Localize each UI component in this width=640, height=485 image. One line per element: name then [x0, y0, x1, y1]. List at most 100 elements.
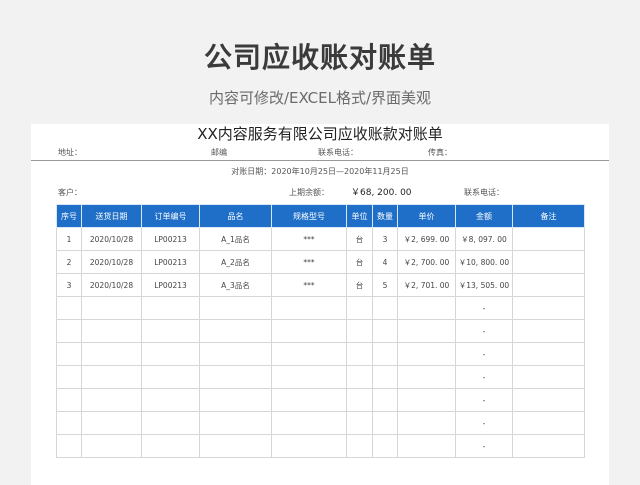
col-spec-cell[interactable]: [271, 365, 347, 389]
col-index-cell[interactable]: 2: [56, 250, 82, 274]
col-delivery-date-cell[interactable]: 2020/10/28: [81, 273, 142, 297]
col-unit-price-cell[interactable]: [397, 319, 456, 343]
col-order-number-cell[interactable]: [141, 411, 200, 435]
col-amount-cell[interactable]: -: [455, 296, 513, 320]
col-index-cell[interactable]: [56, 319, 82, 343]
col-amount-cell[interactable]: -: [455, 388, 513, 412]
col-spec-cell[interactable]: [271, 296, 347, 320]
col-unit-price-cell[interactable]: [397, 434, 456, 458]
col-amount-cell[interactable]: -: [455, 365, 513, 389]
col-amount-cell[interactable]: ￥13, 505. 00: [455, 273, 513, 297]
col-quantity-cell[interactable]: [372, 434, 398, 458]
col-product-name-cell[interactable]: [199, 434, 272, 458]
col-remark-cell[interactable]: [512, 273, 585, 297]
col-remark-cell[interactable]: [512, 227, 585, 251]
col-remark-cell[interactable]: [512, 434, 585, 458]
col-remark-cell[interactable]: [512, 250, 585, 274]
col-unit-cell[interactable]: [346, 365, 373, 389]
col-index-cell[interactable]: 1: [56, 227, 82, 251]
col-order-number-cell[interactable]: [141, 296, 200, 320]
col-index-cell[interactable]: [56, 434, 82, 458]
col-order-number-cell[interactable]: [141, 388, 200, 412]
col-unit-price-cell[interactable]: [397, 365, 456, 389]
col-unit-price-cell[interactable]: [397, 296, 456, 320]
col-product-name-cell[interactable]: [199, 411, 272, 435]
col-delivery-date-cell[interactable]: [81, 434, 142, 458]
col-order-number-cell[interactable]: LP00213: [141, 250, 200, 274]
col-order-number-cell[interactable]: LP00213: [141, 273, 200, 297]
col-delivery-date-cell[interactable]: 2020/10/28: [81, 227, 142, 251]
col-amount-cell[interactable]: ￥10, 800. 00: [455, 250, 513, 274]
col-amount-cell[interactable]: -: [455, 342, 513, 366]
col-quantity-cell[interactable]: 4: [372, 250, 398, 274]
col-amount-cell[interactable]: -: [455, 434, 513, 458]
col-delivery-date-cell[interactable]: 2020/10/28: [81, 250, 142, 274]
col-remark-cell[interactable]: [512, 296, 585, 320]
col-remark-cell[interactable]: [512, 388, 585, 412]
col-index-cell[interactable]: [56, 411, 82, 435]
col-order-number-cell[interactable]: [141, 365, 200, 389]
col-spec-cell[interactable]: ***: [271, 227, 347, 251]
col-index-cell[interactable]: [56, 365, 82, 389]
col-remark-cell[interactable]: [512, 365, 585, 389]
col-amount-cell[interactable]: -: [455, 319, 513, 343]
col-product-name-cell[interactable]: A_3品名: [199, 273, 272, 297]
col-product-name-cell[interactable]: [199, 365, 272, 389]
col-delivery-date-cell[interactable]: [81, 388, 142, 412]
col-unit-price-cell[interactable]: [397, 342, 456, 366]
col-quantity-cell[interactable]: [372, 365, 398, 389]
col-spec-cell[interactable]: [271, 342, 347, 366]
col-index-cell[interactable]: [56, 342, 82, 366]
col-quantity-cell[interactable]: 5: [372, 273, 398, 297]
col-index-cell[interactable]: 3: [56, 273, 82, 297]
col-product-name-cell[interactable]: A_1品名: [199, 227, 272, 251]
col-order-number-cell[interactable]: [141, 319, 200, 343]
col-index-cell[interactable]: [56, 296, 82, 320]
col-delivery-date-cell[interactable]: [81, 365, 142, 389]
col-remark-cell[interactable]: [512, 342, 585, 366]
col-unit-price-cell[interactable]: ￥2, 701. 00: [397, 273, 456, 297]
col-unit-price-cell[interactable]: [397, 388, 456, 412]
col-spec-cell[interactable]: [271, 388, 347, 412]
col-remark-cell[interactable]: [512, 411, 585, 435]
col-remark-cell[interactable]: [512, 319, 585, 343]
col-unit-price-cell[interactable]: [397, 411, 456, 435]
col-delivery-date-cell[interactable]: [81, 342, 142, 366]
col-delivery-date-cell[interactable]: [81, 319, 142, 343]
col-product-name-cell[interactable]: [199, 319, 272, 343]
col-order-number-cell[interactable]: [141, 434, 200, 458]
col-quantity-cell[interactable]: [372, 342, 398, 366]
col-unit-cell[interactable]: 台: [346, 227, 373, 251]
col-spec-cell[interactable]: ***: [271, 250, 347, 274]
col-delivery-date-cell[interactable]: [81, 411, 142, 435]
col-amount-cell[interactable]: -: [455, 411, 513, 435]
col-quantity-cell[interactable]: [372, 296, 398, 320]
col-quantity-cell[interactable]: 3: [372, 227, 398, 251]
col-unit-cell[interactable]: [346, 434, 373, 458]
col-spec-cell[interactable]: ***: [271, 273, 347, 297]
col-quantity-cell[interactable]: [372, 388, 398, 412]
col-spec-cell[interactable]: [271, 434, 347, 458]
col-order-number-cell[interactable]: [141, 342, 200, 366]
col-unit-price-cell[interactable]: ￥2, 699. 00: [397, 227, 456, 251]
col-quantity-cell[interactable]: [372, 411, 398, 435]
col-unit-cell[interactable]: [346, 411, 373, 435]
col-amount-cell[interactable]: ￥8, 097. 00: [455, 227, 513, 251]
col-order-number-cell[interactable]: LP00213: [141, 227, 200, 251]
col-quantity-cell[interactable]: [372, 319, 398, 343]
col-spec-cell[interactable]: [271, 411, 347, 435]
col-unit-cell[interactable]: 台: [346, 273, 373, 297]
col-product-name-cell[interactable]: [199, 388, 272, 412]
col-product-name-cell[interactable]: [199, 296, 272, 320]
col-spec-cell[interactable]: [271, 319, 347, 343]
col-delivery-date-cell[interactable]: [81, 296, 142, 320]
col-unit-price-cell[interactable]: ￥2, 700. 00: [397, 250, 456, 274]
col-unit-cell[interactable]: [346, 296, 373, 320]
col-product-name-cell[interactable]: A_2品名: [199, 250, 272, 274]
col-unit-cell[interactable]: [346, 388, 373, 412]
col-unit-cell[interactable]: [346, 342, 373, 366]
col-unit-cell[interactable]: 台: [346, 250, 373, 274]
col-unit-cell[interactable]: [346, 319, 373, 343]
col-index-cell[interactable]: [56, 388, 82, 412]
col-product-name-cell[interactable]: [199, 342, 272, 366]
